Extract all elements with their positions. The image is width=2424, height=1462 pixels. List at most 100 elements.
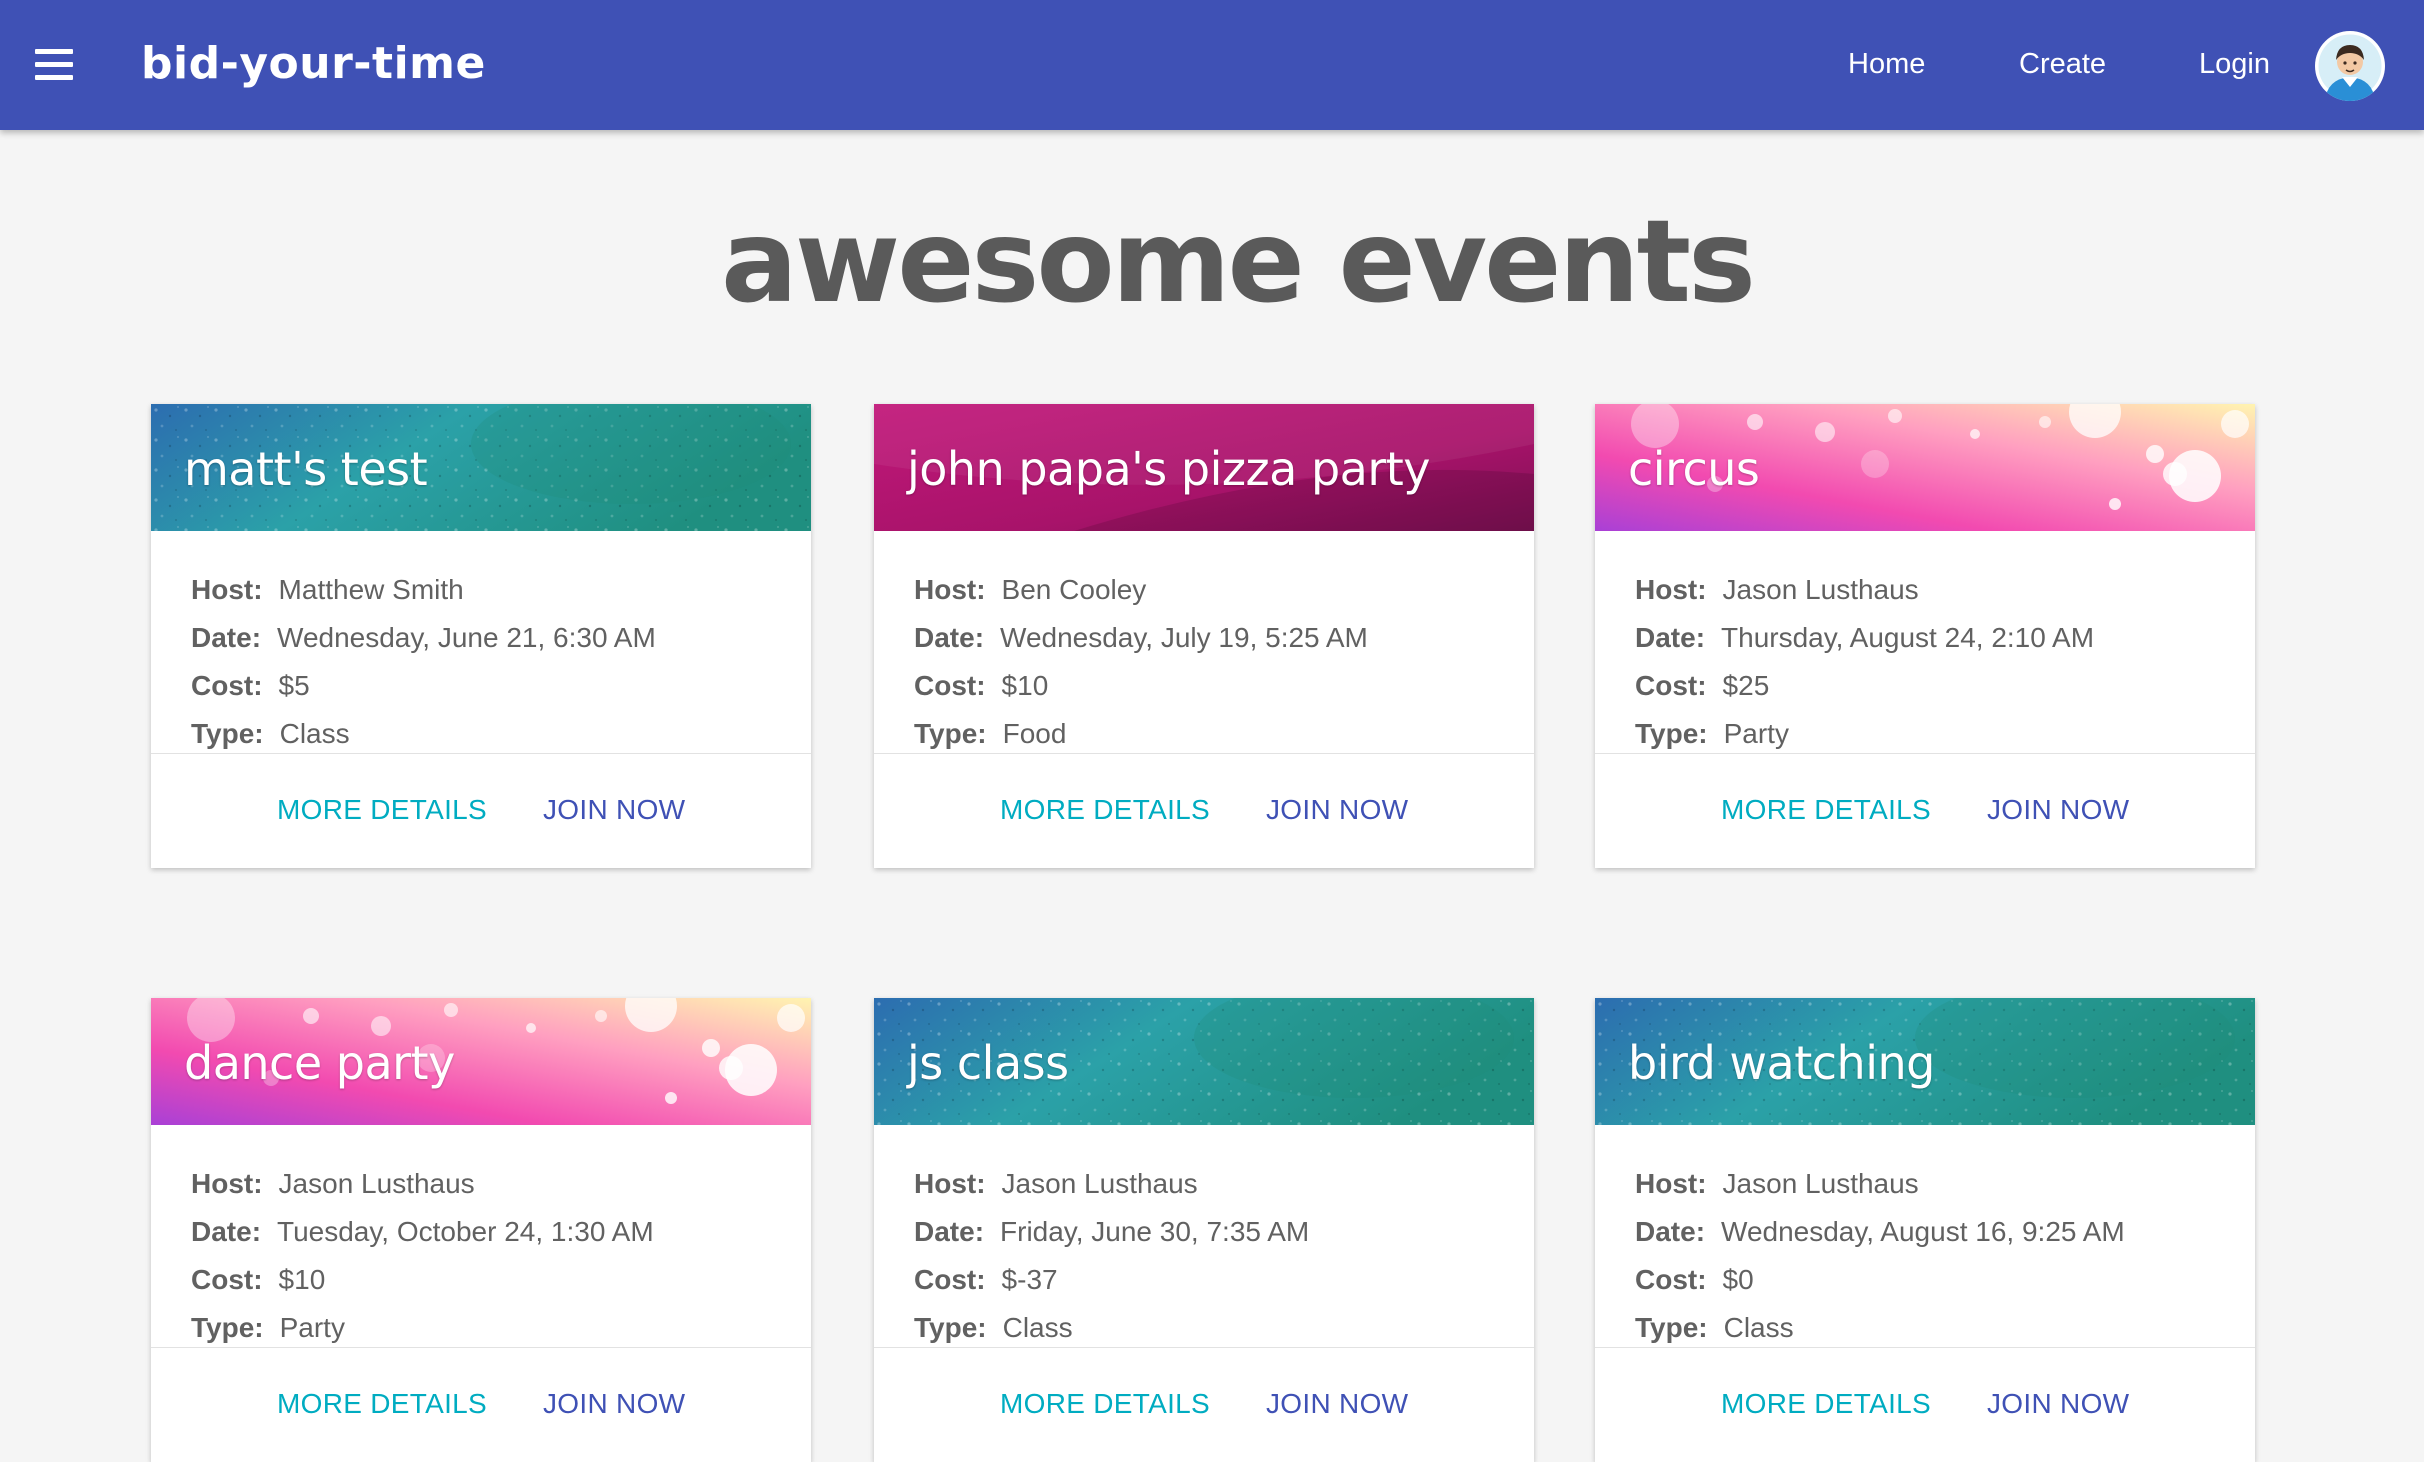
event-card-banner: dance party [151,998,811,1125]
event-date: Friday, June 30, 7:35 AM [1000,1216,1310,1247]
event-type: Food [1002,718,1067,749]
event-host: Jason Lusthaus [1001,1168,1198,1199]
join-now-button[interactable]: JOIN NOW [1987,794,2129,826]
event-card-actions: MORE DETAILS JOIN NOW [1595,753,2255,868]
more-details-button[interactable]: MORE DETAILS [277,794,487,826]
event-cost: $25 [1722,670,1770,701]
event-card-actions: MORE DETAILS JOIN NOW [874,1347,1534,1462]
user-avatar-icon[interactable] [2315,31,2385,101]
event-cost-row: Cost: $-37 [914,1264,1534,1312]
more-details-button[interactable]: MORE DETAILS [1000,1388,1210,1420]
event-host-row: Host: Jason Lusthaus [1635,1168,2255,1216]
join-now-button[interactable]: JOIN NOW [1987,1388,2129,1420]
event-card-banner: matt's test [151,404,811,531]
type-label: Type: [1635,718,1708,749]
event-type: Party [1723,718,1789,749]
event-card: matt's test Host: Matthew Smith Date: Wednes… [151,404,811,868]
event-card: circus Host: Jason Lusthaus Date: Thursday, … [1595,404,2255,868]
event-card-actions: MORE DETAILS JOIN NOW [1595,1347,2255,1462]
event-card: dance party Host: Jason Lusthaus Date: Tuesd… [151,998,811,1462]
event-cost: $5 [278,670,310,701]
event-cost-row: Cost: $0 [1635,1264,2255,1312]
page-title: awesome events [721,195,1756,328]
event-host: Ben Cooley [1001,574,1147,605]
cost-label: Cost: [191,1264,263,1295]
hamburger-menu-icon[interactable] [28,42,80,86]
event-cost: $10 [278,1264,326,1295]
more-details-button[interactable]: MORE DETAILS [277,1388,487,1420]
event-card-banner: john papa's pizza party [874,404,1534,531]
event-host: Jason Lusthaus [1722,1168,1919,1199]
event-details: Host: Jason Lusthaus Date: Thursday, August… [1595,531,2255,753]
event-card-banner: js class [874,998,1534,1125]
join-now-button[interactable]: JOIN NOW [1266,1388,1408,1420]
event-title: bird watching [1628,1036,1935,1090]
join-now-button[interactable]: JOIN NOW [543,794,685,826]
event-cost-row: Cost: $25 [1635,670,2255,718]
host-label: Host: [191,1168,263,1199]
host-label: Host: [191,574,263,605]
cost-label: Cost: [914,1264,986,1295]
event-date: Thursday, August 24, 2:10 AM [1721,622,2095,653]
event-title: dance party [184,1036,455,1090]
nav-login-link[interactable]: Login [2199,48,2270,81]
event-host-row: Host: Ben Cooley [914,574,1534,622]
event-cost: $-37 [1001,1264,1058,1295]
host-label: Host: [914,1168,986,1199]
event-details: Host: Jason Lusthaus Date: Friday, June 30,… [874,1125,1534,1347]
nav-home-link[interactable]: Home [1848,48,1925,81]
type-label: Type: [914,718,987,749]
more-details-button[interactable]: MORE DETAILS [1721,794,1931,826]
date-label: Date: [191,1216,262,1247]
event-title: john papa's pizza party [907,442,1431,496]
event-cost-row: Cost: $10 [191,1264,811,1312]
event-type: Class [279,718,350,749]
event-card: js class Host: Jason Lusthaus Date: Friday, … [874,998,1534,1462]
event-cost: $10 [1001,670,1049,701]
event-details: Host: Jason Lusthaus Date: Tuesday, October… [151,1125,811,1347]
nav-create-link[interactable]: Create [2019,48,2106,81]
date-label: Date: [191,622,262,653]
date-label: Date: [1635,622,1706,653]
host-label: Host: [914,574,986,605]
top-toolbar: bid-your-time Home Create Login [0,0,2424,130]
cost-label: Cost: [914,670,986,701]
date-label: Date: [914,1216,985,1247]
more-details-button[interactable]: MORE DETAILS [1721,1388,1931,1420]
event-host-row: Host: Jason Lusthaus [1635,574,2255,622]
event-details: Host: Jason Lusthaus Date: Wednesday, Augus… [1595,1125,2255,1347]
cost-label: Cost: [1635,1264,1707,1295]
event-type: Party [279,1312,345,1343]
cost-label: Cost: [191,670,263,701]
event-details: Host: Matthew Smith Date: Wednesday, June 2… [151,531,811,753]
join-now-button[interactable]: JOIN NOW [543,1388,685,1420]
event-cost-row: Cost: $5 [191,670,811,718]
type-label: Type: [1635,1312,1708,1343]
type-label: Type: [191,1312,264,1343]
event-date-row: Date: Friday, June 30, 7:35 AM [914,1216,1534,1264]
app-brand[interactable]: bid-your-time [141,38,486,89]
event-date-row: Date: Wednesday, June 21, 6:30 AM [191,622,811,670]
event-card: bird watching Host: Jason Lusthaus Date: Wed… [1595,998,2255,1462]
date-label: Date: [1635,1216,1706,1247]
event-card-actions: MORE DETAILS JOIN NOW [151,753,811,868]
event-date: Wednesday, July 19, 5:25 AM [1000,622,1368,653]
event-date: Wednesday, June 21, 6:30 AM [277,622,656,653]
event-host: Matthew Smith [278,574,464,605]
event-date-row: Date: Tuesday, October 24, 1:30 AM [191,1216,811,1264]
cost-label: Cost: [1635,670,1707,701]
more-details-button[interactable]: MORE DETAILS [1000,794,1210,826]
event-host: Jason Lusthaus [278,1168,475,1199]
event-host-row: Host: Jason Lusthaus [914,1168,1534,1216]
event-type: Class [1002,1312,1073,1343]
event-card-banner: circus [1595,404,2255,531]
event-card-banner: bird watching [1595,998,2255,1125]
event-host: Jason Lusthaus [1722,574,1919,605]
join-now-button[interactable]: JOIN NOW [1266,794,1408,826]
event-date-row: Date: Wednesday, August 16, 9:25 AM [1635,1216,2255,1264]
event-details: Host: Ben Cooley Date: Wednesday, July 19, … [874,531,1534,753]
host-label: Host: [1635,574,1707,605]
event-card-actions: MORE DETAILS JOIN NOW [151,1347,811,1462]
event-title: matt's test [184,442,428,496]
event-cost-row: Cost: $10 [914,670,1534,718]
